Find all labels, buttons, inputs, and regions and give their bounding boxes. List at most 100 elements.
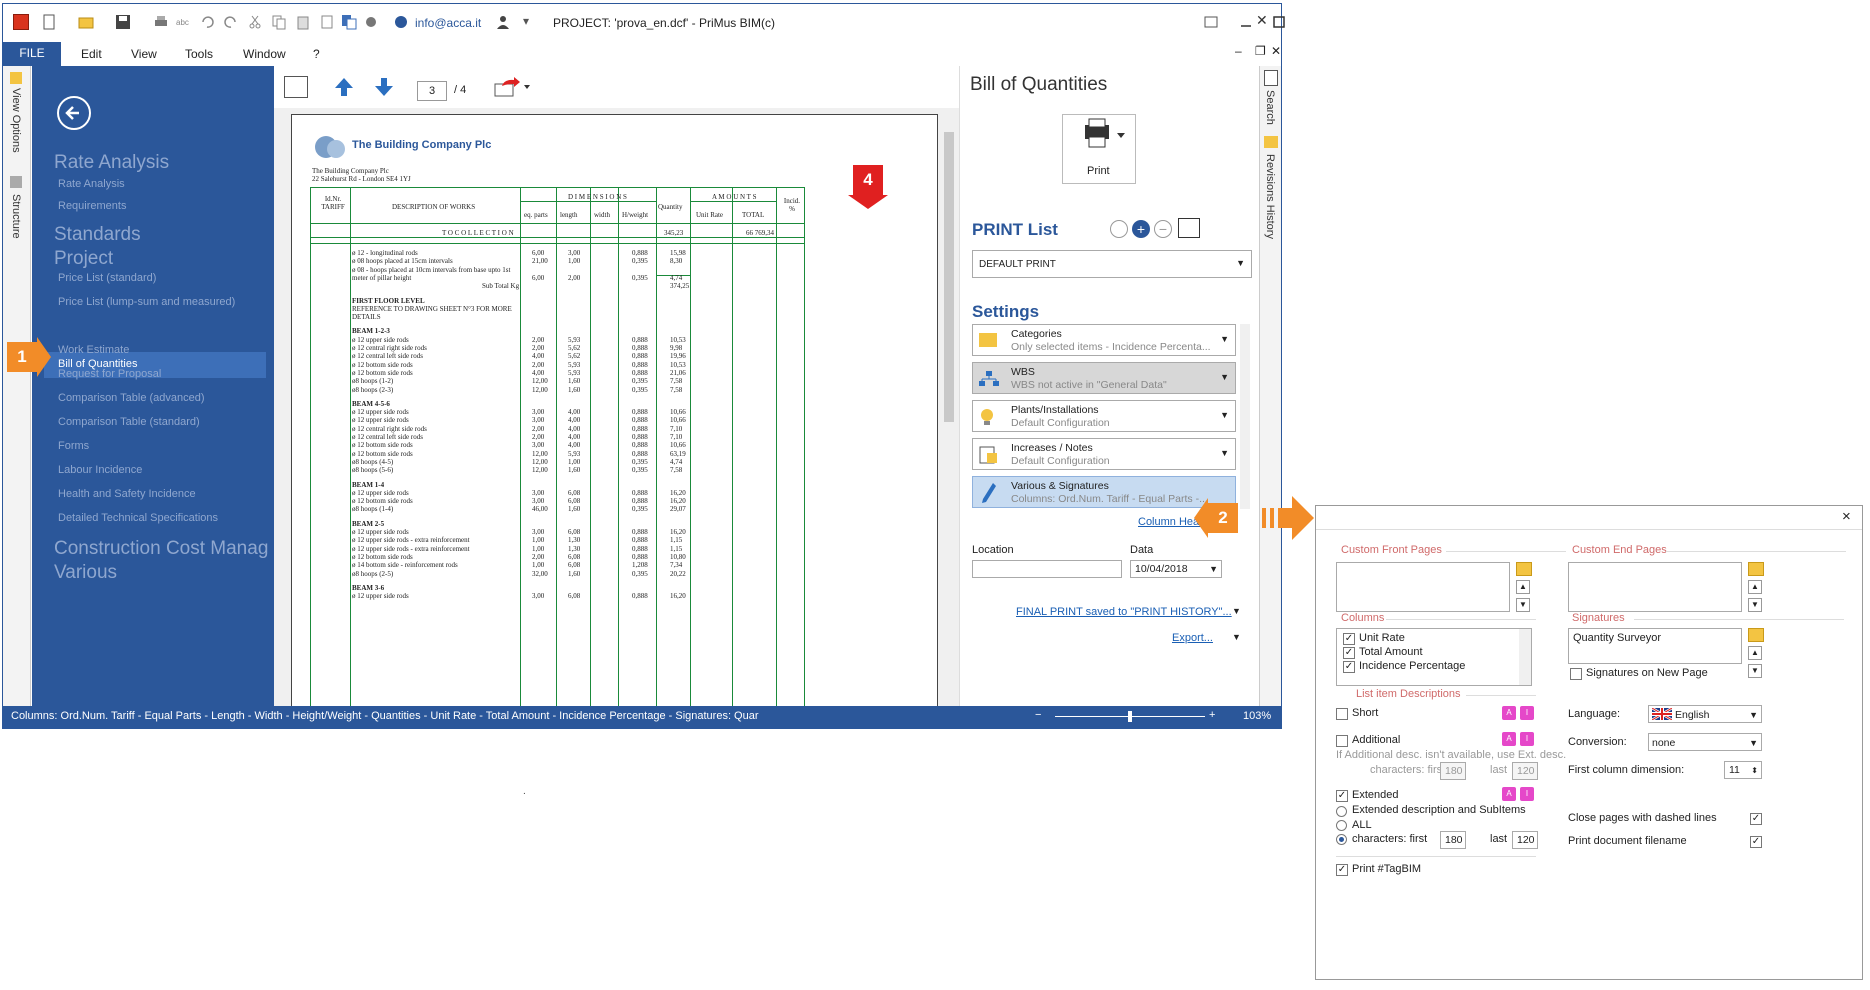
export-arrow-icon[interactable] [494,76,530,98]
dialog-close-button[interactable]: × [1842,508,1851,525]
folder-icon[interactable] [1516,562,1532,576]
paste-icon[interactable] [295,14,311,30]
setting-wbs[interactable]: WBS WBS not active in "General Data" ▼ [972,362,1236,394]
setting-categories[interactable]: Categories Only selected items - Inciden… [972,324,1236,356]
next-page-arrow-icon[interactable] [374,76,394,98]
minimize-button[interactable] [1238,14,1254,30]
final-print-history-link[interactable]: FINAL PRINT saved to "PRINT HISTORY"... [1016,606,1232,618]
chevron-down-icon[interactable]: ▼ [1232,632,1241,642]
document-scrollbar[interactable] [942,114,956,704]
nav-item-comparison-advanced[interactable]: Comparison Table (advanced) [58,392,205,404]
nav-item-forms[interactable]: Forms [58,440,89,452]
move-down-icon[interactable]: ▼ [1748,598,1762,612]
nav-item-price-list-standard[interactable]: Price List (standard) [58,272,156,284]
nav-item-comparison-standard[interactable]: Comparison Table (standard) [58,416,200,428]
account-email-link[interactable]: info@acca.it [415,16,481,30]
checkbox-incidence-percentage[interactable]: ✓ [1343,661,1355,673]
conversion-select[interactable]: none ▼ [1648,733,1762,751]
setting-plants[interactable]: Plants/Installations Default Configurati… [972,400,1236,432]
format-icon[interactable]: A [1502,787,1516,801]
extended-first-input[interactable]: 180 [1440,831,1466,849]
print-icon[interactable] [153,14,169,30]
page-number-input[interactable]: 3 [417,81,447,101]
save-icon[interactable] [115,14,131,30]
zoom-out-icon[interactable]: − [1035,709,1041,721]
add-print-icon[interactable]: + [1132,220,1150,238]
open-folder-icon[interactable] [78,14,94,30]
cut-icon[interactable] [247,14,263,30]
structure-tab[interactable]: Structure [10,194,22,239]
italic-icon[interactable]: I [1520,787,1534,801]
italic-icon[interactable]: I [1520,732,1534,746]
help-icon[interactable] [365,14,381,30]
print-button[interactable]: Print [1062,114,1136,184]
menu-tools[interactable]: Tools [185,47,213,61]
menu-view[interactable]: View [131,47,157,61]
checkbox-close-dashed[interactable]: ✓ [1750,813,1762,825]
menu-window[interactable]: Window [243,47,286,61]
checkbox-additional[interactable] [1336,735,1348,747]
move-down-icon[interactable]: ▼ [1516,598,1530,612]
export-link[interactable]: Export... [1172,632,1213,644]
move-up-icon[interactable]: ▲ [1516,580,1530,594]
checkbox-short[interactable] [1336,708,1348,720]
radio-characters[interactable] [1336,834,1347,845]
radio-ext-desc-subitems[interactable] [1336,806,1347,817]
setting-increases-notes[interactable]: Increases / Notes Default Configuration … [972,438,1236,470]
nav-item-rate-analysis[interactable]: Rate Analysis [58,178,125,190]
nav-item-requirements[interactable]: Requirements [58,200,126,212]
move-up-icon[interactable]: ▲ [1748,580,1762,594]
list-view-icon[interactable] [1110,220,1128,238]
remove-print-icon[interactable]: − [1154,220,1172,238]
nav-section-standards[interactable]: Standards [54,224,141,246]
extended-last-input[interactable]: 120 [1512,831,1538,849]
maximize-button[interactable] [1271,14,1287,30]
additional-first-input[interactable]: 180 [1440,762,1466,780]
folder-icon[interactable] [1748,628,1764,642]
previous-page-arrow-icon[interactable] [334,76,354,98]
custom-end-pages-list[interactable] [1568,562,1742,612]
date-input[interactable]: 10/04/2018 ▼ [1130,560,1222,578]
chevron-down-icon[interactable]: ▼ [1232,606,1241,616]
menu-edit[interactable]: Edit [81,47,102,61]
copy-icon[interactable] [271,14,287,30]
custom-front-pages-list[interactable] [1336,562,1510,612]
settings-scrollbar[interactable] [1240,324,1250,509]
first-column-dimension-input[interactable]: 11 ⬍ [1724,761,1762,779]
location-input[interactable] [972,560,1122,578]
nav-item-health-safety[interactable]: Health and Safety Incidence [58,488,196,500]
undo-icon[interactable] [199,14,215,30]
nav-section-rate-analysis[interactable]: Rate Analysis [54,152,169,174]
checkbox-print-filename[interactable]: ✓ [1750,836,1762,848]
format-icon[interactable]: A [1502,732,1516,746]
radio-all[interactable] [1336,820,1347,831]
revisions-history-tab[interactable]: Revisions History [1264,154,1276,239]
nav-section-various[interactable]: Various [54,562,117,584]
additional-last-input[interactable]: 120 [1512,762,1538,780]
view-options-tab[interactable]: View Options [10,88,22,153]
folder-icon[interactable] [1748,562,1764,576]
nav-section-project[interactable]: Project [54,248,113,270]
nav-item-price-list-lump-sum[interactable]: Price List (lump-sum and measured) [58,296,235,308]
checkbox-unit-rate[interactable]: ✓ [1343,633,1355,645]
copy-special-icon[interactable] [341,14,357,30]
move-up-icon[interactable]: ▲ [1748,646,1762,660]
mdi-minimize-icon[interactable]: – [1235,44,1242,58]
mdi-restore-icon[interactable]: ❐ [1255,44,1266,58]
nav-section-construction[interactable]: Construction Cost Manag [54,538,268,560]
back-arrow-icon[interactable] [57,96,91,130]
layout-icon[interactable] [284,76,308,98]
document-scroll-thumb[interactable] [944,132,954,422]
format-icon[interactable]: A [1502,706,1516,720]
search-tab[interactable]: Search [1264,90,1276,125]
clipboard-icon[interactable] [319,14,335,30]
italic-icon[interactable]: I [1520,706,1534,720]
print-layout-icon[interactable] [1178,218,1200,238]
checkbox-print-tagbim[interactable]: ✓ [1336,864,1348,876]
quick-access-dropdown-icon[interactable]: ▾ [523,14,529,28]
new-file-icon[interactable] [41,14,57,30]
restore-layout-icon[interactable] [1203,14,1219,30]
user-icon[interactable] [495,14,511,30]
signatures-list[interactable]: Quantity Surveyor [1568,628,1742,664]
columns-list[interactable]: ✓ Unit Rate ✓ Total Amount ✓ Incidence P… [1336,628,1532,686]
